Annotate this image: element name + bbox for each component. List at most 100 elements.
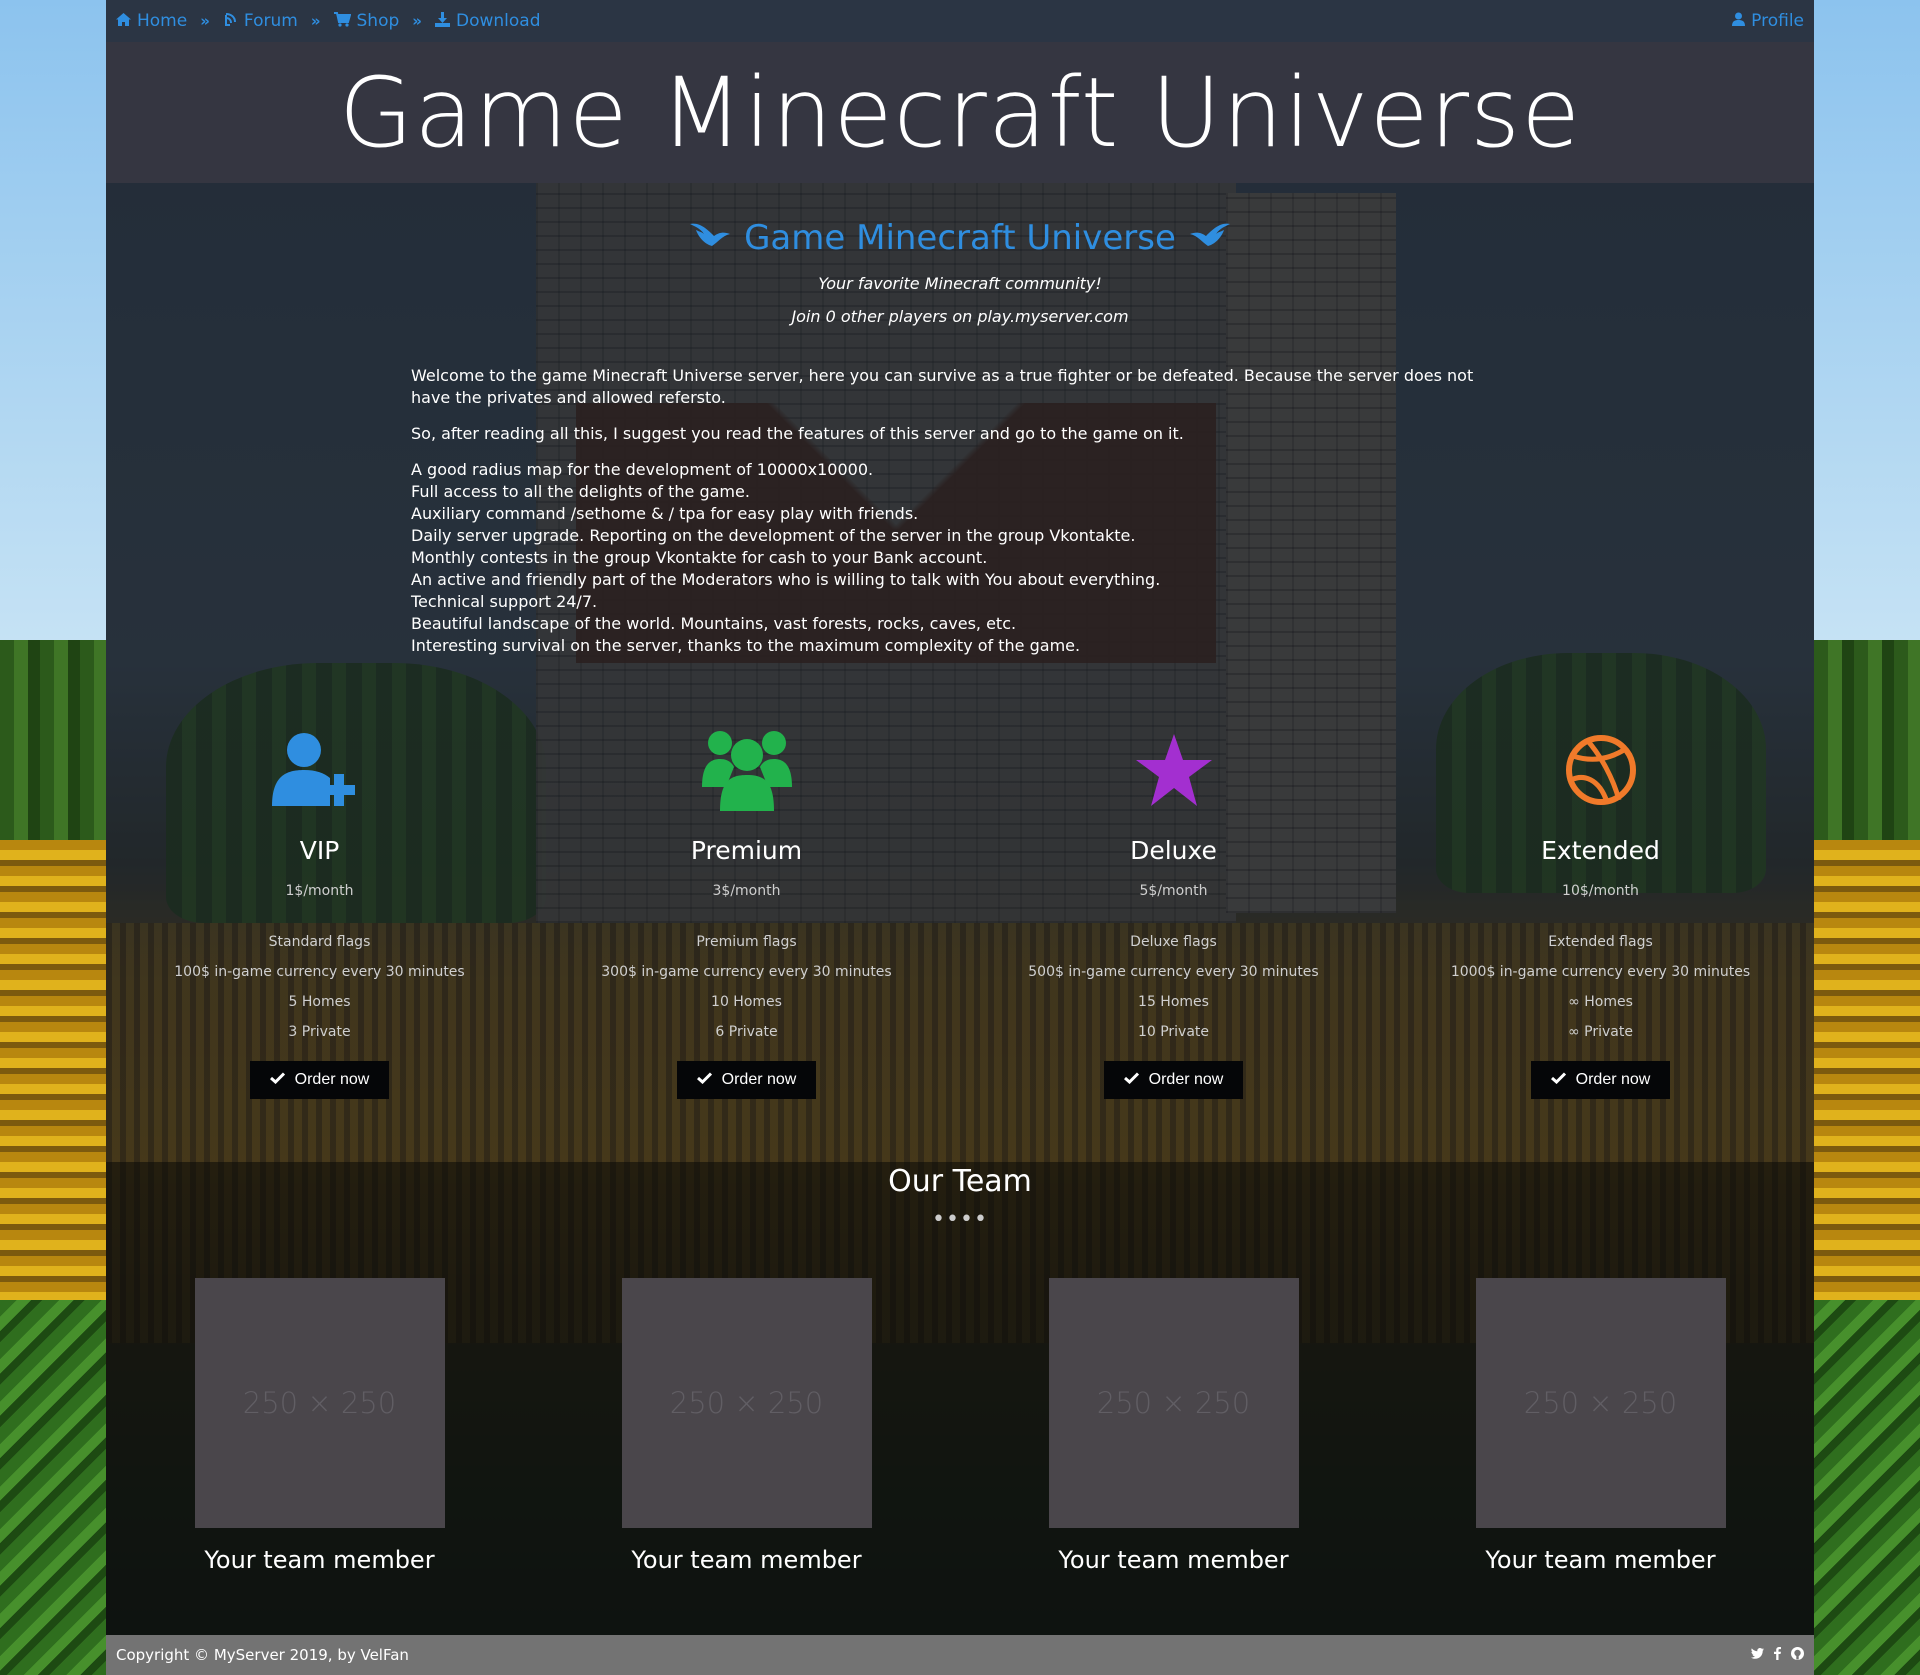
avatar-placeholder: 250 × 250 xyxy=(1475,1278,1726,1528)
users-icon xyxy=(597,720,897,820)
plan-name: Premium xyxy=(690,836,803,865)
author-link[interactable]: VelFan xyxy=(360,1646,408,1664)
nav-home-link[interactable]: Home xyxy=(116,11,187,31)
plan-feature: 6 Private xyxy=(715,1024,778,1040)
copyright: Copyright © MyServer 2019, by VelFan xyxy=(116,1646,409,1664)
nav-shop-link[interactable]: Shop xyxy=(333,11,399,31)
plan-feature: Standard flags xyxy=(268,934,371,950)
avatar-placeholder: 250 × 250 xyxy=(194,1278,445,1528)
bird-icon xyxy=(1189,220,1230,256)
order-now-button[interactable]: Order now xyxy=(1103,1061,1244,1099)
member-name: Your team member xyxy=(1058,1546,1289,1574)
user-icon xyxy=(1732,12,1746,30)
plan-premium: Premium 3$/month Premium flags 300$ in-g… xyxy=(597,720,897,1099)
forum-icon xyxy=(223,12,238,31)
nav-profile-link[interactable]: Profile xyxy=(1732,11,1804,31)
facebook-icon[interactable] xyxy=(1774,1646,1781,1664)
site-header: Game Minecraft Universe xyxy=(106,42,1814,183)
feature-item: Interesting survival on the server, than… xyxy=(411,636,1081,655)
order-now-button[interactable]: Order now xyxy=(249,1061,390,1099)
plan-extended: Extended 10$/month Extended flags 1000$ … xyxy=(1451,720,1751,1099)
feature-item: Full access to all the delights of the g… xyxy=(411,482,750,501)
plan-feature: ∞ Private xyxy=(1568,1024,1633,1040)
left-background-scenery xyxy=(0,0,106,1675)
plan-feature: Deluxe flags xyxy=(1130,934,1217,950)
team-member-card: 250 × 250 Your team member xyxy=(621,1278,872,1574)
avatar-placeholder: 250 × 250 xyxy=(1048,1278,1299,1528)
intro-heading: Game Minecraft Universe xyxy=(106,218,1814,258)
nav-separator-icon: » xyxy=(310,12,321,30)
description-paragraph: Welcome to the game Minecraft Universe s… xyxy=(411,366,1474,407)
plan-feature: 500$ in-game currency every 30 minutes xyxy=(1028,964,1319,980)
plan-feature: 15 Homes xyxy=(1138,994,1209,1010)
feature-item: Auxiliary command /sethome & / tpa for e… xyxy=(411,504,919,523)
plan-deluxe: Deluxe 5$/month Deluxe flags 500$ in-gam… xyxy=(1024,720,1324,1099)
github-icon[interactable] xyxy=(1791,1646,1804,1664)
footer: Copyright © MyServer 2019, by VelFan xyxy=(106,1635,1814,1675)
order-now-button[interactable]: Order now xyxy=(676,1061,817,1099)
plan-feature: Extended flags xyxy=(1548,934,1653,950)
plan-features: Premium flags 300$ in-game currency ever… xyxy=(597,927,897,1047)
top-navbar: Home » Forum » Shop » Download Profile xyxy=(106,0,1814,42)
plan-features: Deluxe flags 500$ in-game currency every… xyxy=(1024,927,1324,1047)
right-background-scenery xyxy=(1814,0,1920,1675)
feature-item: A good radius map for the development of… xyxy=(411,460,874,479)
cart-icon xyxy=(333,11,351,31)
tagline: Your favorite Minecraft community! xyxy=(818,274,1102,293)
team-member-card: 250 × 250 Your team member xyxy=(1475,1278,1726,1574)
user-plus-icon xyxy=(170,720,470,820)
feature-item: Technical support 24/7. xyxy=(411,592,598,611)
social-links xyxy=(1751,1646,1804,1664)
plan-vip: VIP 1$/month Standard flags 100$ in-game… xyxy=(170,720,470,1099)
plan-feature: 10 Homes xyxy=(711,994,782,1010)
feature-item: An active and friendly part of the Moder… xyxy=(411,570,1161,589)
plan-features: Standard flags 100$ in-game currency eve… xyxy=(170,927,470,1047)
member-name: Your team member xyxy=(204,1546,435,1574)
plan-name: Extended xyxy=(1541,836,1660,865)
plan-feature: 100$ in-game currency every 30 minutes xyxy=(174,964,465,980)
divider-dots: •••• xyxy=(932,1207,988,1232)
team-title: Our Team xyxy=(888,1164,1032,1199)
plan-price: 3$/month xyxy=(712,883,781,899)
plan-feature: 10 Private xyxy=(1137,1024,1210,1040)
plan-name: VIP xyxy=(299,836,340,865)
plans-section: VIP 1$/month Standard flags 100$ in-game… xyxy=(106,720,1814,1099)
feature-item: Monthly contests in the group Vkontakte … xyxy=(411,548,988,567)
description: Welcome to the game Minecraft Universe s… xyxy=(411,365,1481,657)
plan-features: Extended flags 1000$ in-game currency ev… xyxy=(1451,927,1751,1047)
team-member-card: 250 × 250 Your team member xyxy=(1048,1278,1299,1574)
member-name: Your team member xyxy=(1485,1546,1716,1574)
feature-item: Daily server upgrade. Reporting on the d… xyxy=(411,526,1136,545)
nav-separator-icon: » xyxy=(412,12,422,30)
star-icon xyxy=(1024,720,1324,820)
nav-download-link[interactable]: Download xyxy=(434,11,541,31)
plan-feature: 1000$ in-game currency every 30 minutes xyxy=(1450,964,1751,980)
site-title: Game Minecraft Universe xyxy=(338,56,1582,169)
description-paragraph: So, after reading all this, I suggest yo… xyxy=(411,424,1184,443)
nav-forum-link[interactable]: Forum xyxy=(223,11,298,31)
plan-feature: Premium flags xyxy=(696,934,797,950)
check-icon xyxy=(696,1071,712,1089)
feature-list: A good radius map for the development of… xyxy=(411,459,1481,657)
plan-name: Deluxe xyxy=(1130,836,1217,865)
order-now-button[interactable]: Order now xyxy=(1530,1061,1671,1099)
team-section: Our Team •••• 250 × 250 Your team member… xyxy=(106,1162,1814,1635)
home-icon xyxy=(116,12,131,30)
plan-price: 10$/month xyxy=(1562,883,1639,899)
plan-feature: 300$ in-game currency every 30 minutes xyxy=(601,964,892,980)
intro-section: Game Minecraft Universe Your favorite Mi… xyxy=(106,218,1814,326)
twitter-icon[interactable] xyxy=(1751,1647,1764,1664)
feature-item: Beautiful landscape of the world. Mounta… xyxy=(411,614,1017,633)
plan-feature: 3 Private xyxy=(288,1024,351,1040)
nav-links: Home » Forum » Shop » Download xyxy=(116,11,541,31)
nav-separator-icon: » xyxy=(200,12,210,30)
plan-price: 5$/month xyxy=(1139,883,1208,899)
check-icon xyxy=(1123,1071,1139,1089)
member-name: Your team member xyxy=(631,1546,862,1574)
avatar-placeholder: 250 × 250 xyxy=(621,1278,872,1528)
page-container: Home » Forum » Shop » Download Profile G… xyxy=(106,0,1814,1675)
basketball-icon xyxy=(1451,720,1751,820)
bird-icon xyxy=(690,220,731,256)
plan-feature: 5 Homes xyxy=(288,994,351,1010)
download-icon xyxy=(434,11,450,31)
